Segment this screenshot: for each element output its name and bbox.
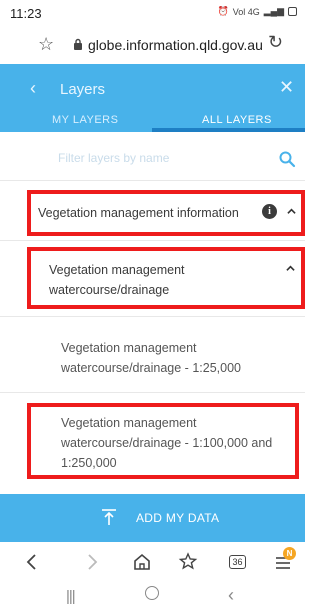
filter-input[interactable] [58,151,258,165]
tabs-button[interactable]: 36 [226,551,248,571]
divider [0,316,305,317]
layer-label: Vegetation management watercourse/draina… [61,416,273,470]
url-bar: ☆ globe.information.qld.gov.au ↻ [0,26,305,64]
signal-bars-icon: ▂▄▆ [263,6,284,16]
status-bar: 11:23 ⏰ Vol 4G ▂▄▆ [0,0,305,26]
search-icon[interactable] [278,150,296,168]
system-nav-bar: ||| ‹ [0,582,305,613]
layer-group-watercourse-drainage[interactable]: Vegetation management watercourse/draina… [0,247,305,309]
layer-group-vegetation-management-information[interactable]: Vegetation management information i [0,189,305,239]
close-icon[interactable]: ✕ [279,77,294,98]
back-chevron-icon[interactable]: ‹ [30,78,36,99]
layers-panel-header: ‹ Layers ✕ MY LAYERS ALL LAYERS [0,64,305,132]
add-my-data-label: ADD MY DATA [136,511,220,525]
home-icon[interactable] [132,552,152,572]
status-icons: ⏰ Vol 4G ▂▄▆ [218,6,297,17]
browser-nav-bar: 36 N [0,542,305,582]
chevron-up-icon[interactable] [286,264,295,273]
layer-label: Vegetation management watercourse/draina… [49,263,185,297]
recent-apps-icon[interactable]: ||| [66,588,76,605]
menu-button[interactable]: N [274,547,296,572]
home-circle-icon[interactable] [145,586,159,600]
back-icon[interactable] [22,552,42,572]
divider [0,180,305,181]
reload-icon[interactable]: ↻ [268,32,283,53]
active-tab-indicator [152,128,305,132]
add-my-data-button[interactable]: ADD MY DATA [0,494,305,542]
url-text[interactable]: globe.information.qld.gov.au [88,37,263,53]
upload-icon [102,509,116,525]
filter-row [0,142,305,178]
forward-icon[interactable] [82,552,102,572]
system-back-icon[interactable]: ‹ [228,585,234,606]
divider [0,392,305,393]
layer-label: Vegetation management information [38,206,239,220]
notification-badge: N [283,547,296,560]
lock-icon [74,38,82,50]
divider [0,240,305,241]
battery-icon [288,7,297,16]
tab-all-layers[interactable]: ALL LAYERS [202,114,272,126]
info-icon[interactable]: i [262,204,277,219]
tab-my-layers[interactable]: MY LAYERS [52,114,118,126]
bookmarks-icon[interactable] [178,552,198,572]
bookmark-star-icon[interactable]: ☆ [38,34,54,54]
alarm-icon: ⏰ [217,6,229,16]
layer-item-watercourse-25000[interactable]: Vegetation management watercourse/draina… [0,326,305,382]
layer-label: Vegetation management watercourse/draina… [61,341,241,375]
layer-item-watercourse-100000-250000[interactable]: Vegetation management watercourse/draina… [0,408,305,476]
chevron-up-icon[interactable] [287,207,296,216]
signal-text: Vol 4G [232,6,260,17]
panel-title: Layers [60,81,106,98]
tab-count: 36 [229,555,246,569]
status-time: 11:23 [10,6,42,21]
